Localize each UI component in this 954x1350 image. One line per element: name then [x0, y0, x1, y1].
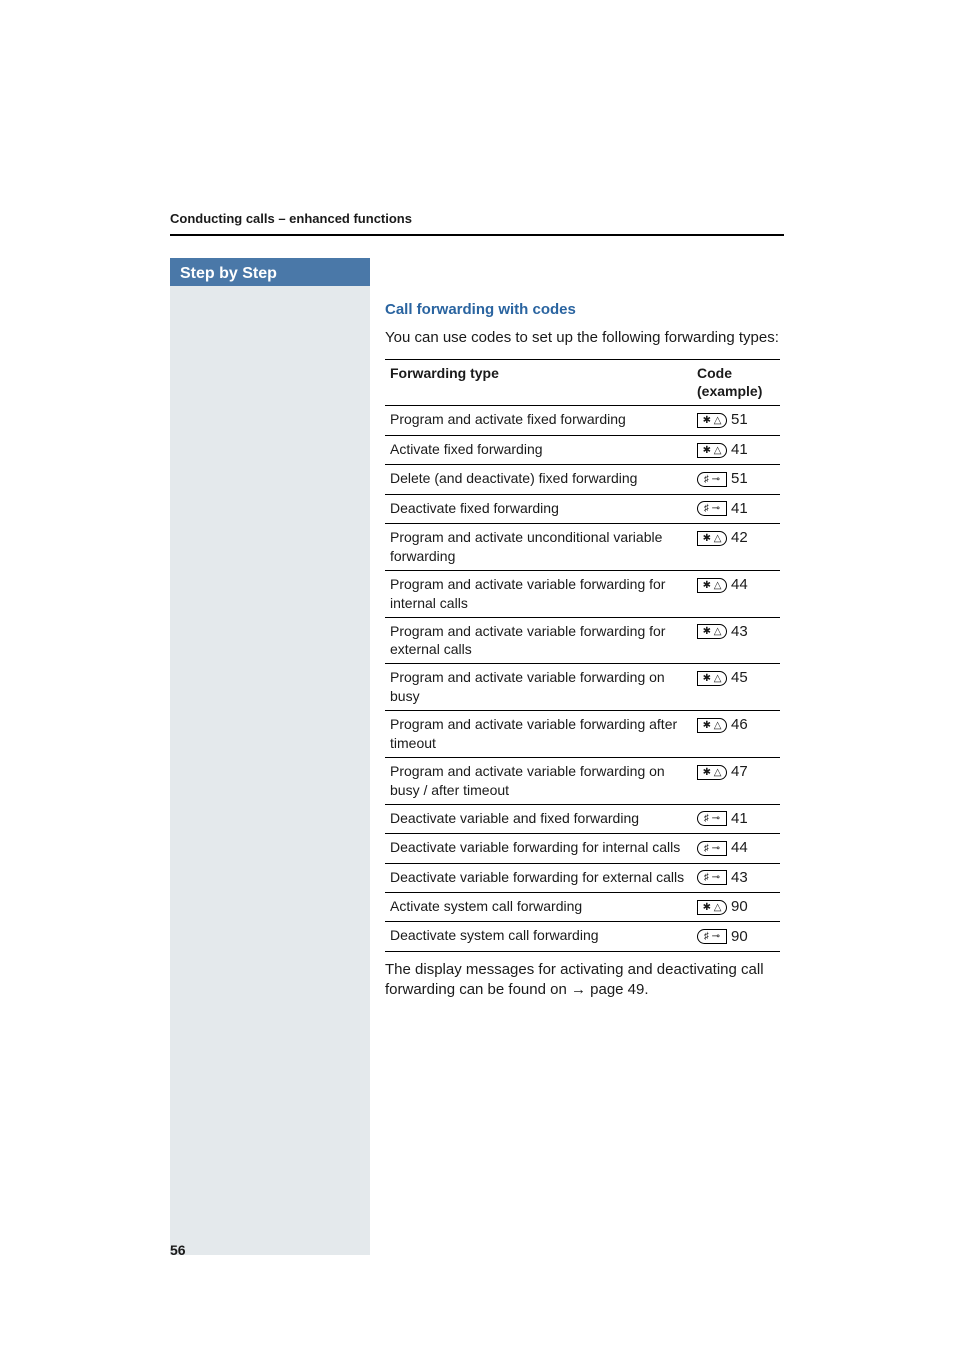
table-row: Program and activate variable forwarding… [385, 617, 780, 664]
table-row: Program and activate variable forwarding… [385, 711, 780, 758]
table-row: Deactivate fixed forwarding ♯ ⊸ 41 [385, 494, 780, 523]
hash-key-icon: ♯ ⊸ [697, 501, 727, 516]
hash-key-icon: ♯ ⊸ [697, 929, 727, 944]
table-row: Deactivate system call forwarding ♯ ⊸ 90 [385, 922, 780, 951]
code-number: 44 [731, 838, 748, 858]
code-number: 44 [731, 575, 748, 595]
intro-paragraph: You can use codes to set up the followin… [385, 328, 780, 348]
star-key-icon: ✱ △ [697, 413, 727, 428]
cell-forwarding-type: Program and activate fixed forwarding [385, 406, 692, 435]
table-row: Activate system call forwarding ✱ △ 90 [385, 892, 780, 921]
code-number: 46 [731, 715, 748, 735]
sidebar-trail [170, 286, 370, 1255]
table-header-row: Forwarding type Code (example) [385, 359, 780, 406]
cell-forwarding-type: Deactivate variable forwarding for inter… [385, 834, 692, 863]
arrow-icon: → [571, 981, 586, 998]
running-head: Conducting calls – enhanced functions [170, 210, 784, 236]
cell-code: ✱ △ 51 [692, 406, 780, 435]
table-row: Program and activate unconditional varia… [385, 523, 780, 570]
hash-key-icon: ♯ ⊸ [697, 870, 727, 885]
star-key-icon: ✱ △ [697, 765, 727, 780]
th-forwarding-type: Forwarding type [385, 359, 692, 406]
code-number: 51 [731, 469, 748, 489]
table-row: Program and activate variable forwarding… [385, 664, 780, 711]
page: Conducting calls – enhanced functions St… [0, 0, 954, 1350]
table-row: Deactivate variable and fixed forwarding… [385, 804, 780, 833]
cell-forwarding-type: Activate fixed forwarding [385, 435, 692, 464]
table-row: Program and activate variable forwarding… [385, 570, 780, 617]
cell-forwarding-type: Deactivate fixed forwarding [385, 494, 692, 523]
cell-forwarding-type: Deactivate variable forwarding for exter… [385, 863, 692, 892]
cell-forwarding-type: Activate system call forwarding [385, 892, 692, 921]
cell-code: ✱ △ 44 [692, 570, 780, 617]
star-key-icon: ✱ △ [697, 718, 727, 733]
cell-code: ♯ ⊸ 51 [692, 465, 780, 494]
code-number: 43 [731, 868, 748, 888]
code-number: 41 [731, 809, 748, 829]
star-key-icon: ✱ △ [697, 624, 727, 639]
cell-code: ✱ △ 41 [692, 435, 780, 464]
cell-forwarding-type: Deactivate system call forwarding [385, 922, 692, 951]
cell-forwarding-type: Program and activate variable forwarding… [385, 617, 692, 664]
sub-heading: Call forwarding with codes [385, 300, 780, 320]
table-row: Deactivate variable forwarding for inter… [385, 834, 780, 863]
cell-code: ✱ △ 47 [692, 757, 780, 804]
table-row: Deactivate variable forwarding for exter… [385, 863, 780, 892]
content-area: Call forwarding with codes You can use c… [385, 290, 780, 1010]
cell-code: ♯ ⊸ 43 [692, 863, 780, 892]
cell-code: ♯ ⊸ 41 [692, 494, 780, 523]
cell-code: ✱ △ 46 [692, 711, 780, 758]
code-number: 41 [731, 499, 748, 519]
cell-code: ♯ ⊸ 44 [692, 834, 780, 863]
code-number: 51 [731, 410, 748, 430]
hash-key-icon: ♯ ⊸ [697, 811, 727, 826]
th-code: Code (example) [692, 359, 780, 406]
cell-forwarding-type: Delete (and deactivate) fixed forwarding [385, 465, 692, 494]
hash-key-icon: ♯ ⊸ [697, 841, 727, 856]
star-key-icon: ✱ △ [697, 671, 727, 686]
outro-text-b: page 49. [586, 981, 649, 998]
page-number: 56 [170, 1241, 186, 1260]
cell-code: ✱ △ 43 [692, 617, 780, 664]
cell-code: ✱ △ 45 [692, 664, 780, 711]
cell-forwarding-type: Program and activate variable forwarding… [385, 664, 692, 711]
cell-forwarding-type: Program and activate unconditional varia… [385, 523, 692, 570]
cell-code: ♯ ⊸ 90 [692, 922, 780, 951]
star-key-icon: ✱ △ [697, 578, 727, 593]
code-number: 43 [731, 622, 748, 642]
table-row: Delete (and deactivate) fixed forwarding… [385, 465, 780, 494]
code-number: 47 [731, 762, 748, 782]
cell-forwarding-type: Program and activate variable forwarding… [385, 570, 692, 617]
table-row: Program and activate fixed forwarding✱ △… [385, 406, 780, 435]
cell-code: ✱ △ 90 [692, 892, 780, 921]
cell-forwarding-type: Program and activate variable forwarding… [385, 711, 692, 758]
star-key-icon: ✱ △ [697, 900, 727, 915]
code-number: 42 [731, 528, 748, 548]
cell-code: ♯ ⊸ 41 [692, 804, 780, 833]
cell-code: ✱ △ 42 [692, 523, 780, 570]
table-row: Program and activate variable forwarding… [385, 757, 780, 804]
table-row: Activate fixed forwarding ✱ △ 41 [385, 435, 780, 464]
code-number: 45 [731, 668, 748, 688]
hash-key-icon: ♯ ⊸ [697, 472, 727, 487]
star-key-icon: ✱ △ [697, 443, 727, 458]
code-number: 90 [731, 897, 748, 917]
outro-paragraph: The display messages for activating and … [385, 960, 780, 1001]
codes-table: Forwarding type Code (example) Program a… [385, 359, 780, 952]
code-number: 90 [731, 927, 748, 947]
star-key-icon: ✱ △ [697, 531, 727, 546]
cell-forwarding-type: Deactivate variable and fixed forwarding [385, 804, 692, 833]
cell-forwarding-type: Program and activate variable forwarding… [385, 757, 692, 804]
code-number: 41 [731, 440, 748, 460]
